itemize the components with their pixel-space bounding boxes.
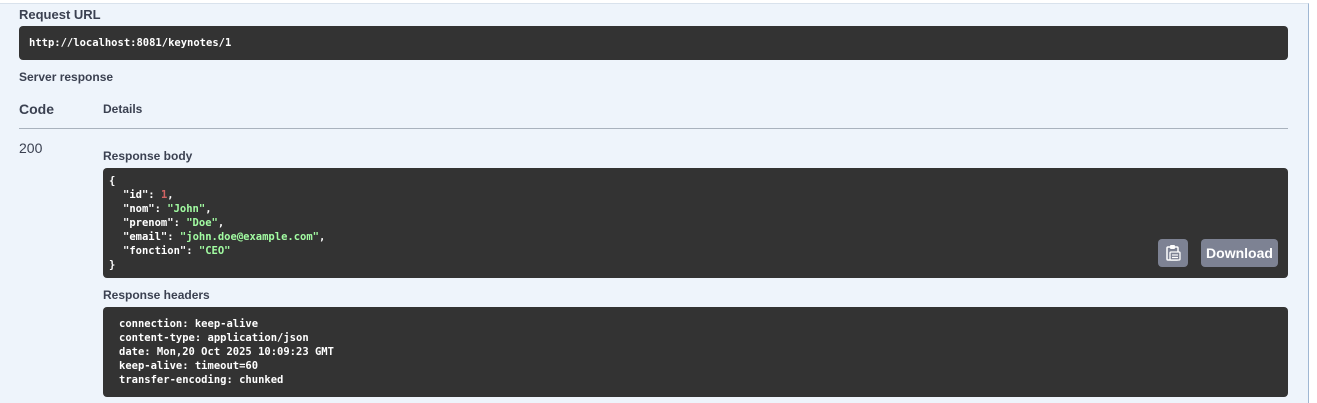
- request-url-label: Request URL: [19, 7, 101, 22]
- header-line: date: Mon,20 Oct 2025 10:09:23 GMT: [119, 346, 334, 358]
- response-headers-label: Response headers: [103, 288, 210, 302]
- request-url-value: http://localhost:8081/keynotes/1: [29, 37, 232, 49]
- response-body-label: Response body: [103, 149, 193, 163]
- details-column-header: Details: [103, 102, 143, 116]
- json-value: "john.doe@example.com": [179, 231, 319, 243]
- json-field-line: "email": "john.doe@example.com",: [123, 231, 326, 243]
- request-url-box: http://localhost:8081/keynotes/1: [19, 26, 1288, 60]
- json-key: "id": [123, 189, 149, 201]
- json-comma: ,: [319, 231, 326, 243]
- json-open-brace: {: [109, 175, 116, 187]
- json-field-line: "id": 1,: [123, 189, 174, 201]
- header-divider: [19, 128, 1288, 129]
- status-code: 200: [19, 140, 43, 156]
- json-key: "fonction": [123, 245, 187, 257]
- json-value: "John": [167, 203, 206, 215]
- download-button[interactable]: Download: [1201, 239, 1278, 267]
- response-headers-box: connection: keep-alive content-type: appl…: [103, 307, 1288, 397]
- header-line: transfer-encoding: chunked: [119, 374, 284, 386]
- copy-to-clipboard-button[interactable]: [1158, 239, 1188, 267]
- json-comma: ,: [167, 189, 174, 201]
- header-line: keep-alive: timeout=60: [119, 360, 259, 372]
- json-value: "CEO": [198, 245, 231, 257]
- json-key: "email": [123, 231, 168, 243]
- json-field-line: "prenom": "Doe",: [123, 217, 225, 229]
- json-field-line: "nom": "John",: [123, 203, 212, 215]
- header-line: content-type: application/json: [119, 332, 309, 344]
- json-key: "nom": [123, 203, 155, 215]
- header-lines: connection: keep-alive content-type: appl…: [119, 317, 1288, 387]
- json-close-brace: }: [109, 259, 116, 271]
- json-field-line: "fonction": "CEO": [123, 245, 231, 257]
- json-comma: ,: [217, 217, 225, 229]
- json-value: "Doe": [186, 217, 218, 229]
- json-fields: "id": 1, "nom": "John", "prenom": "Doe", "e…: [109, 188, 1288, 258]
- server-response-label: Server response: [19, 70, 114, 84]
- header-line: connection: keep-alive: [119, 318, 259, 330]
- json-comma: ,: [205, 203, 212, 215]
- code-column-header: Code: [19, 101, 54, 117]
- json-key: "prenom": [123, 217, 174, 229]
- clipboard-icon: [1166, 245, 1181, 261]
- response-body-box: { "id": 1, "nom": "John", "prenom": "Doe",…: [103, 168, 1288, 278]
